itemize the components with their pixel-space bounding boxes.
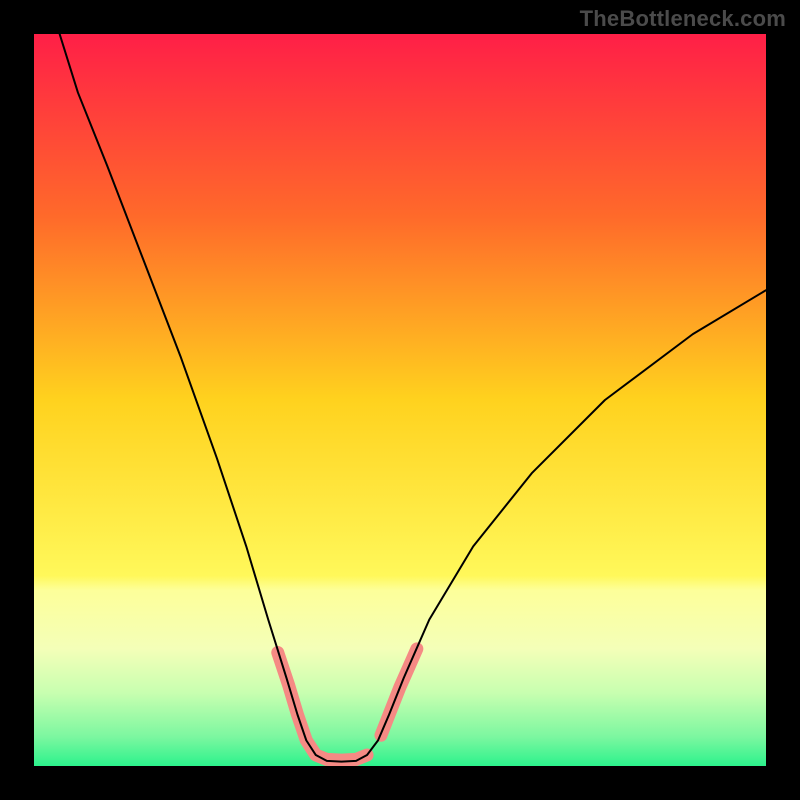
curve-layer (34, 34, 766, 766)
marker-band-left (278, 653, 367, 761)
chart-frame: TheBottleneck.com (0, 0, 800, 800)
watermark-text: TheBottleneck.com (580, 6, 786, 32)
plot-area (34, 34, 766, 766)
